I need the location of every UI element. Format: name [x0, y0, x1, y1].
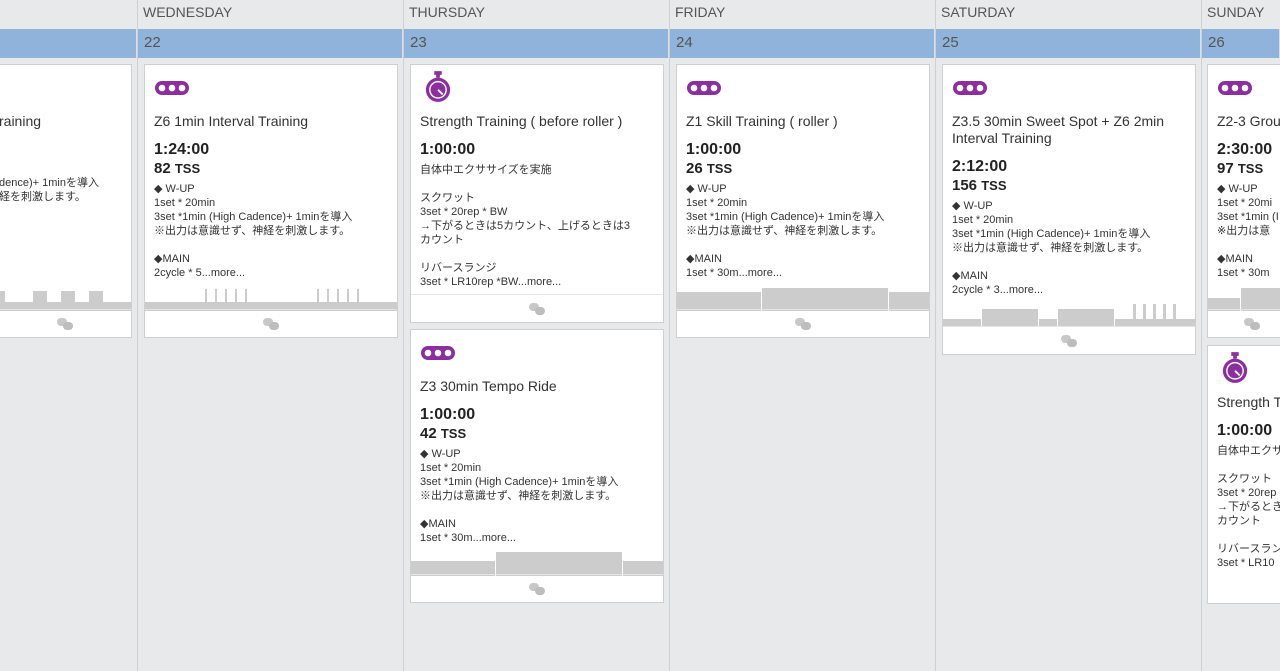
workout-card-strength-training-sunday[interactable]: Strength T 1:00:00 自体中エクサ スクワット 3set * 2… — [1207, 345, 1280, 604]
workout-description: ◆ W-UP 1set * 20min 3set *1min (High Cad… — [154, 183, 353, 279]
day-number: 25 — [936, 29, 1201, 58]
workout-title: Z2-3 Grou — [1217, 113, 1280, 129]
comment-icon — [1061, 334, 1077, 347]
day-name: SATURDAY — [941, 4, 1016, 20]
comments-button[interactable] — [0, 309, 131, 337]
day-column-saturday: SATURDAY 25 Z3.5 30min Sweet Spot + Z6 2… — [936, 0, 1202, 671]
workout-description: ◆ W-UP 1set * 20mi 3set *1min (I ※出力は意 ◆… — [1217, 183, 1279, 279]
workout-title: raining — [0, 113, 42, 129]
workout-title: Z3.5 30min Sweet Spot + Z6 2min Interval… — [952, 113, 1165, 146]
bike-chain-icon — [154, 79, 190, 97]
comments-button[interactable] — [411, 574, 663, 602]
workout-profile-chart — [145, 286, 397, 311]
bike-chain-icon — [686, 79, 722, 97]
day-column-thursday: THURSDAY 23 Strength Training ( before r… — [404, 0, 670, 671]
day-number: 24 — [670, 29, 935, 58]
workout-tss: 42 TSS — [420, 425, 467, 442]
comment-icon — [57, 317, 73, 330]
bike-chain-icon — [1217, 79, 1253, 97]
workout-description: dence)+ 1minを導入 経を刺激します。 — [0, 177, 99, 203]
day-number: 22 — [138, 29, 403, 58]
day-name: SUNDAY — [1207, 4, 1265, 20]
workout-title: Strength T — [1217, 394, 1280, 410]
comments-button[interactable] — [411, 294, 663, 322]
workout-description: 自体中エクサ スクワット 3set * 20rep →下がるとき カウント リバ… — [1217, 445, 1280, 569]
workout-duration: 1:00:00 — [420, 406, 476, 423]
day-column-tuesday: raining dence)+ 1minを導入 経を刺激します。 — [0, 0, 138, 671]
day-name: THURSDAY — [409, 4, 485, 20]
workout-title: Z6 1min Interval Training — [154, 113, 309, 129]
workout-profile-chart — [677, 286, 929, 311]
comment-icon — [263, 317, 279, 330]
workout-card-z35-sweet-spot[interactable]: Z3.5 30min Sweet Spot + Z6 2min Interval… — [942, 64, 1196, 355]
comments-button[interactable] — [1208, 309, 1280, 337]
comments-button[interactable] — [145, 309, 397, 337]
day-name: WEDNESDAY — [143, 4, 233, 20]
workout-profile-chart — [411, 551, 663, 576]
workout-description: ◆ W-UP 1set * 20min 3set *1min (High Cad… — [952, 200, 1151, 296]
comments-button[interactable] — [943, 326, 1195, 354]
workout-tss: 26 TSS — [686, 160, 733, 177]
day-name — [0, 0, 137, 29]
workout-card-z6-interval[interactable]: Z6 1min Interval Training 1:24:00 82 TSS… — [144, 64, 398, 338]
workout-tss: 97 TSS — [1217, 160, 1264, 177]
day-number: 26 — [1202, 29, 1280, 58]
workout-tss: 82 TSS — [154, 160, 201, 177]
workout-duration: 2:30:00 — [1217, 141, 1273, 158]
workout-tss: 156 TSS — [952, 177, 1007, 194]
comment-icon — [795, 317, 811, 330]
workout-duration: 1:24:00 — [154, 141, 210, 158]
day-column-friday: FRIDAY 24 Z1 Skill Training ( roller ) 1… — [670, 0, 936, 671]
workout-duration: 1:00:00 — [420, 141, 476, 158]
workout-profile-chart — [943, 302, 1195, 327]
workout-description: ◆ W-UP 1set * 20min 3set *1min (High Cad… — [686, 183, 885, 279]
workout-card-z2-3-group[interactable]: Z2-3 Grou 2:30:00 97 TSS ◆ W-UP 1set * 2… — [1207, 64, 1280, 338]
workout-description: ◆ W-UP 1set * 20min 3set *1min (High Cad… — [420, 448, 619, 544]
workout-title: Strength Training ( before roller ) — [420, 113, 623, 129]
stopwatch-icon — [424, 71, 452, 103]
day-column-wednesday: WEDNESDAY 22 Z6 1min Interval Training 1… — [138, 0, 404, 671]
workout-title: Z3 30min Tempo Ride — [420, 378, 557, 394]
workout-title: Z1 Skill Training ( roller ) — [686, 113, 838, 129]
workout-card-z3-tempo[interactable]: Z3 30min Tempo Ride 1:00:00 42 TSS ◆ W-U… — [410, 329, 664, 603]
workout-profile-chart — [0, 286, 131, 311]
workout-card-tuesday[interactable]: raining dence)+ 1minを導入 経を刺激します。 — [0, 64, 132, 338]
workout-duration: 1:00:00 — [686, 141, 742, 158]
day-number — [0, 29, 137, 58]
workout-card-strength-training[interactable]: Strength Training ( before roller ) 1:00… — [410, 64, 664, 323]
calendar-week-view: raining dence)+ 1minを導入 経を刺激します。 WEDNESD… — [0, 0, 1280, 671]
comment-icon — [529, 582, 545, 595]
comment-icon — [1244, 317, 1260, 330]
stopwatch-icon — [1221, 352, 1249, 384]
workout-duration: 2:12:00 — [952, 158, 1008, 175]
bike-chain-icon — [952, 79, 988, 97]
workout-profile-chart — [1208, 286, 1280, 311]
comments-button[interactable] — [677, 309, 929, 337]
bike-chain-icon — [420, 344, 456, 362]
day-number: 23 — [404, 29, 669, 58]
day-name: FRIDAY — [675, 4, 726, 20]
comment-icon — [529, 302, 545, 315]
workout-card-z1-skill[interactable]: Z1 Skill Training ( roller ) 1:00:00 26 … — [676, 64, 930, 338]
workout-duration: 1:00:00 — [1217, 422, 1273, 439]
workout-description: 自体中エクササイズを実施 スクワット 3set * 20rep * BW →下が… — [420, 164, 631, 288]
day-column-sunday: SUNDAY 26 Z2-3 Grou 2:30:00 97 TSS ◆ W-U… — [1202, 0, 1280, 671]
